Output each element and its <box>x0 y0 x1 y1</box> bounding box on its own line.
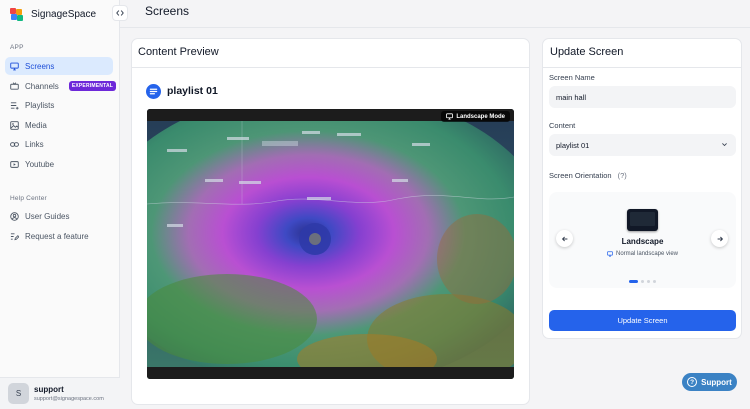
edit-icon <box>10 232 19 240</box>
sidebar-item-label: Request a feature <box>25 231 89 241</box>
page-title: Screens <box>145 4 190 18</box>
broadcast-icon <box>10 81 19 90</box>
content-label: Content <box>549 121 576 130</box>
content-select[interactable]: playlist 01 <box>549 134 736 156</box>
carousel-dot[interactable] <box>629 280 638 283</box>
sidebar-item-channels[interactable]: Channels EXPERIMENTAL <box>5 77 117 95</box>
section-label-help: Help Center <box>10 195 47 202</box>
landscape-screen-thumbnail[interactable] <box>627 209 658 231</box>
landscape-mode-pill: Landscape Mode <box>441 111 510 122</box>
monitor-icon <box>10 62 19 70</box>
orientation-label: Screen Orientation (?) <box>549 171 627 180</box>
card-divider <box>132 67 529 68</box>
carousel-dot[interactable] <box>647 280 650 283</box>
monitor-icon <box>607 251 613 257</box>
experimental-badge: EXPERIMENTAL <box>68 81 117 91</box>
brand[interactable]: SignageSpace <box>10 6 96 22</box>
carousel-dots <box>629 280 656 283</box>
screen-name-value: main hall <box>556 92 587 102</box>
sidebar-item-user-guides[interactable]: User Guides <box>5 207 113 225</box>
playlist-icon <box>146 84 161 99</box>
sidebar: SignageSpace APP Screens Channels EXPERI… <box>0 0 120 409</box>
sidebar-item-media[interactable]: Media <box>5 116 113 134</box>
signagespace-logo-icon <box>10 7 23 21</box>
weather-radar-image <box>147 109 514 379</box>
user-profile[interactable]: S support support@signagespace.com <box>0 377 120 409</box>
content-select-value: playlist 01 <box>556 140 590 150</box>
list-icon <box>10 101 19 110</box>
chevron-down-icon <box>722 143 727 147</box>
carousel-dot[interactable] <box>653 280 656 283</box>
sidebar-item-label: Playlists <box>25 100 55 110</box>
link-icon <box>10 141 19 147</box>
sidebar-item-label: Channels <box>25 81 59 91</box>
update-screen-title: Update Screen <box>550 46 624 58</box>
user-email: support@signagespace.com <box>34 396 104 402</box>
sidebar-item-label: User Guides <box>25 211 70 221</box>
update-screen-card: Update Screen <box>542 38 742 339</box>
support-button[interactable]: ? Support <box>682 373 737 391</box>
orientation-description: Normal landscape view <box>549 251 736 257</box>
preview-media: Landscape Mode <box>147 109 514 379</box>
orientation-help-icon[interactable]: (?) <box>618 171 627 180</box>
header-divider <box>120 27 750 28</box>
section-label-app: APP <box>10 44 24 51</box>
sidebar-item-label: Media <box>25 120 47 130</box>
brand-name: SignageSpace <box>31 8 97 20</box>
orientation-name: Landscape <box>621 237 664 246</box>
playlist-name: playlist 01 <box>167 85 218 97</box>
arrow-right-icon <box>717 236 723 241</box>
sidebar-item-label: Links <box>25 139 44 149</box>
avatar: S <box>8 383 29 404</box>
orientation-label-text: Screen Orientation <box>549 171 612 180</box>
sidebar-item-screens[interactable]: Screens <box>5 57 113 75</box>
screen-name-label: Screen Name <box>549 73 595 82</box>
help-circle-icon: ? <box>687 377 698 387</box>
user-guide-icon <box>10 211 19 221</box>
code-brackets-icon <box>116 10 124 16</box>
sidebar-item-playlists[interactable]: Playlists <box>5 96 113 114</box>
image-icon <box>10 120 19 130</box>
orientation-description-text: Normal landscape view <box>615 251 679 257</box>
monitor-icon <box>446 113 454 120</box>
support-label: Support <box>701 377 732 387</box>
sidebar-item-request-feature[interactable]: Request a feature <box>5 227 113 245</box>
preview-bottom-bar <box>147 367 514 379</box>
sidebar-item-youtube[interactable]: Youtube <box>5 155 113 173</box>
orientation-carousel: Landscape Normal landscape view <box>549 192 736 288</box>
sidebar-item-label: Youtube <box>25 159 55 169</box>
sidebar-item-label: Screens <box>25 61 55 71</box>
screen-name-field[interactable]: main hall <box>549 86 736 108</box>
sidebar-toggle-button[interactable] <box>112 5 128 21</box>
content-preview-title: Content Preview <box>138 46 219 58</box>
carousel-dot[interactable] <box>641 280 644 283</box>
user-name: support <box>34 385 64 394</box>
carousel-next-button[interactable] <box>711 230 728 247</box>
update-screen-button[interactable]: Update Screen <box>549 310 736 331</box>
landscape-mode-label: Landscape Mode <box>456 113 505 120</box>
youtube-icon <box>10 160 19 168</box>
sidebar-item-links[interactable]: Links <box>5 135 113 153</box>
card-divider <box>543 67 741 68</box>
